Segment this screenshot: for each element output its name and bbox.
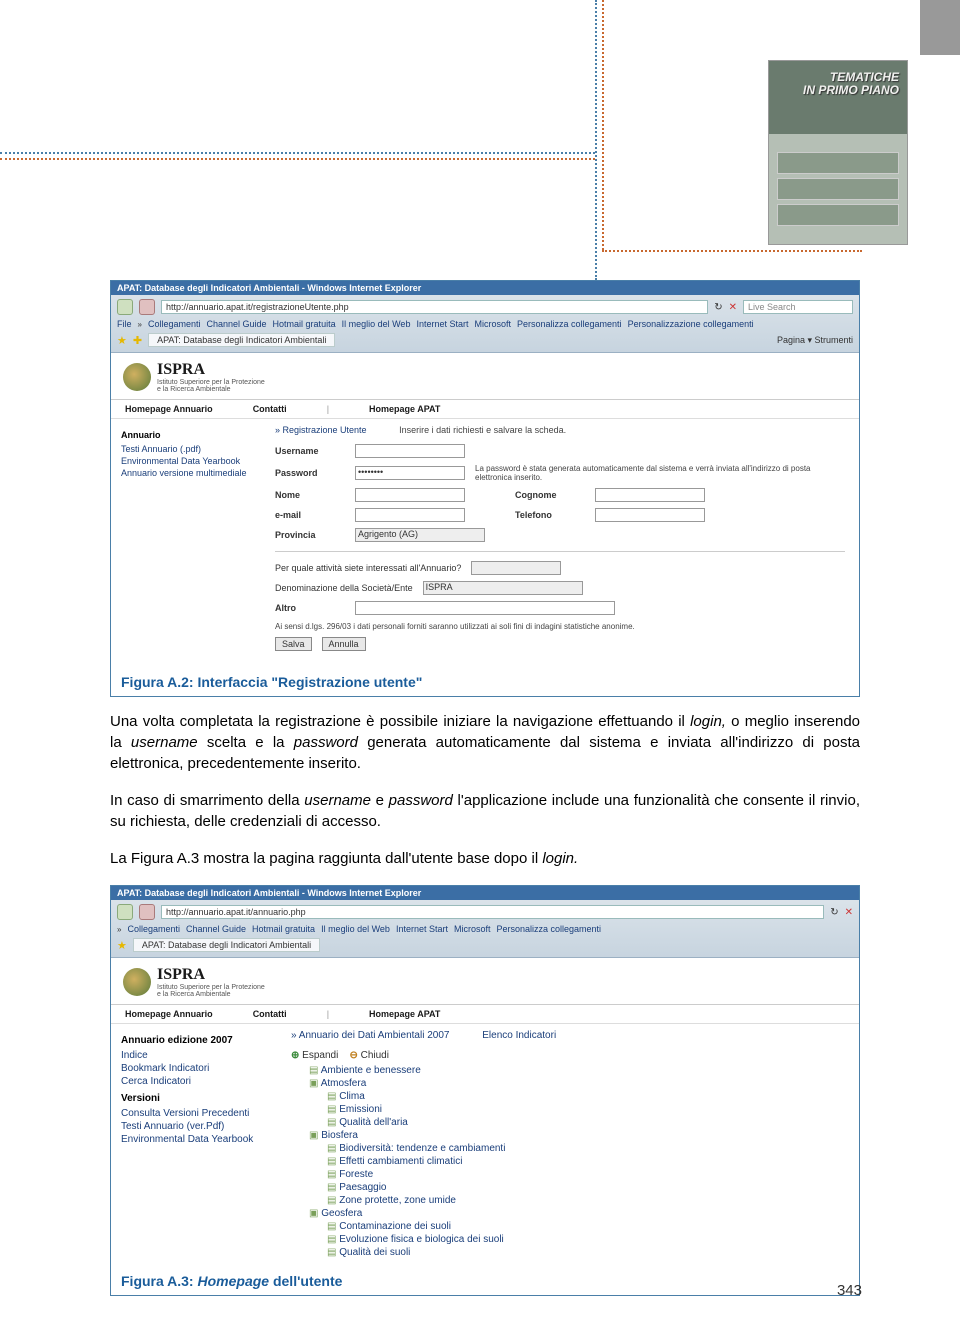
url-bar-2[interactable]: http://annuario.apat.it/annuario.php	[161, 905, 824, 919]
expand-icon[interactable]: ⊕	[291, 1050, 299, 1061]
dotted-horizontal-3	[602, 250, 862, 252]
figure-1-caption: Figura A.2: Interfaccia "Registrazione u…	[111, 666, 859, 696]
forward-button[interactable]	[139, 904, 155, 920]
tree-item[interactable]: Foreste	[327, 1168, 849, 1181]
window-title-2: APAT: Database degli Indicatori Ambienta…	[111, 886, 859, 900]
tree-item[interactable]: Atmosfera	[309, 1077, 849, 1090]
dotted-vertical-2	[602, 0, 604, 250]
sidenav-item[interactable]: Indice	[121, 1049, 271, 1062]
tree-item[interactable]: Clima	[327, 1090, 849, 1103]
paragraph-3: La Figura A.3 mostra la pagina raggiunta…	[110, 848, 860, 869]
nav-apat[interactable]: Homepage APAT	[369, 404, 440, 414]
tree-item[interactable]: Ambiente e benessere	[309, 1064, 849, 1077]
thumb-line2: IN PRIMO PIANO	[803, 83, 899, 97]
tree-item[interactable]: Biosfera	[309, 1129, 849, 1142]
figure-1: APAT: Database degli Indicatori Ambienta…	[110, 280, 860, 697]
tree-item[interactable]: Qualità dei suoli	[327, 1246, 849, 1259]
tree-item[interactable]: Emissioni	[327, 1103, 849, 1116]
altro-input[interactable]	[355, 601, 615, 615]
dotted-horizontal-1	[0, 152, 595, 154]
figure-2-caption: Figura A.3: Homepage dell'utente	[111, 1265, 859, 1295]
site-nav-2: Homepage Annuario Contatti | Homepage AP…	[111, 1005, 859, 1024]
tree-item[interactable]: Evoluzione fisica e biologica dei suoli	[327, 1233, 849, 1246]
page-tab-2[interactable]: APAT: Database degli Indicatori Ambienta…	[133, 938, 320, 952]
telefono-input[interactable]	[595, 508, 705, 522]
save-button[interactable]: Salva	[275, 637, 312, 651]
tree-item[interactable]: Biodiversità: tendenze e cambiamenti	[327, 1142, 849, 1155]
toolbar-right[interactable]: Pagina ▾ Strumenti	[777, 335, 853, 346]
cognome-input[interactable]	[595, 488, 705, 502]
ispra-name: ISPRA	[157, 361, 265, 379]
nome-input[interactable]	[355, 488, 465, 502]
dotted-horizontal-2	[0, 158, 595, 160]
nav-contatti[interactable]: Contatti	[253, 404, 287, 414]
attivita-select[interactable]	[471, 561, 561, 575]
tree-item[interactable]: Effetti cambiamenti climatici	[327, 1155, 849, 1168]
site-nav: Homepage Annuario Contatti | Homepage AP…	[111, 400, 859, 419]
site-header: ISPRA Istituto Superiore per la Protezio…	[111, 353, 859, 400]
paragraph-1: Una volta completata la registrazione è …	[110, 711, 860, 774]
tree-item[interactable]: Paesaggio	[327, 1181, 849, 1194]
sidenav-item[interactable]: Cerca Indicatori	[121, 1075, 271, 1088]
sidenav-item[interactable]: Testi Annuario (.pdf)	[121, 443, 251, 455]
dotted-vertical	[595, 0, 597, 280]
add-favorite-icon[interactable]: ✚	[133, 334, 142, 347]
side-nav: Annuario Testi Annuario (.pdf) Environme…	[111, 419, 261, 666]
paragraph-2: In caso di smarrimento della username e …	[110, 790, 860, 832]
menu-bar-2: » Collegamenti Channel Guide Hotmail gra…	[117, 922, 853, 936]
page-tab[interactable]: APAT: Database degli Indicatori Ambienta…	[148, 333, 335, 347]
ispra-logo-icon	[123, 968, 151, 996]
back-button[interactable]	[117, 904, 133, 920]
side-nav-2: Annuario edizione 2007 Indice Bookmark I…	[111, 1024, 281, 1265]
browser-chrome: APAT: Database degli Indicatori Ambienta…	[111, 281, 859, 353]
menu-bar: File » Collegamenti Channel Guide Hotmai…	[117, 317, 853, 331]
sidenav-item[interactable]: Consulta Versioni Precedenti	[121, 1107, 271, 1120]
registration-form: » Registrazione Utente Inserire i dati r…	[261, 419, 859, 666]
password-input[interactable]: ••••••••	[355, 466, 465, 480]
username-input[interactable]	[355, 444, 465, 458]
tree-main: » Annuario dei Dati Ambientali 2007 Elen…	[281, 1024, 859, 1265]
ente-select[interactable]: ISPRA	[423, 581, 583, 595]
favorites-icon[interactable]: ★	[117, 939, 127, 952]
sidenav-item[interactable]: Annuario versione multimediale	[121, 467, 251, 479]
browser-chrome-2: APAT: Database degli Indicatori Ambienta…	[111, 886, 859, 958]
window-title: APAT: Database degli Indicatori Ambienta…	[111, 281, 859, 295]
tree-item[interactable]: Zone protette, zone umide	[327, 1194, 849, 1207]
tree-item[interactable]: Qualità dell'aria	[327, 1116, 849, 1129]
back-button[interactable]	[117, 299, 133, 315]
sidenav-item[interactable]: Environmental Data Yearbook	[121, 1133, 271, 1146]
forward-button[interactable]	[139, 299, 155, 315]
tree-item[interactable]: Contaminazione dei suoli	[327, 1220, 849, 1233]
cancel-button[interactable]: Annulla	[322, 637, 366, 651]
sidenav-item[interactable]: Testi Annuario (ver.Pdf)	[121, 1120, 271, 1133]
nav-home[interactable]: Homepage Annuario	[125, 404, 213, 414]
email-input[interactable]	[355, 508, 465, 522]
ispra-logo-icon	[123, 363, 151, 391]
page-number: 343	[837, 1282, 862, 1299]
corner-tab	[920, 0, 960, 55]
figure-2: APAT: Database degli Indicatori Ambienta…	[110, 885, 860, 1296]
search-box[interactable]: Live Search	[743, 300, 853, 314]
sidenav-item[interactable]: Bookmark Indicatori	[121, 1062, 271, 1075]
thumb-line1: TEMATICHE	[830, 70, 899, 84]
url-bar[interactable]: http://annuario.apat.it/registrazioneUte…	[161, 300, 708, 314]
favorites-icon[interactable]: ★	[117, 334, 127, 347]
tree-item[interactable]: Geosfera	[309, 1207, 849, 1220]
cover-thumbnail: TEMATICHE IN PRIMO PIANO	[768, 60, 908, 245]
provincia-select[interactable]: Agrigento (AG)	[355, 528, 485, 542]
site-header-2: ISPRA Istituto Superiore per la Protezio…	[111, 958, 859, 1005]
sidenav-item[interactable]: Environmental Data Yearbook	[121, 455, 251, 467]
collapse-icon[interactable]: ⊖	[349, 1050, 357, 1061]
